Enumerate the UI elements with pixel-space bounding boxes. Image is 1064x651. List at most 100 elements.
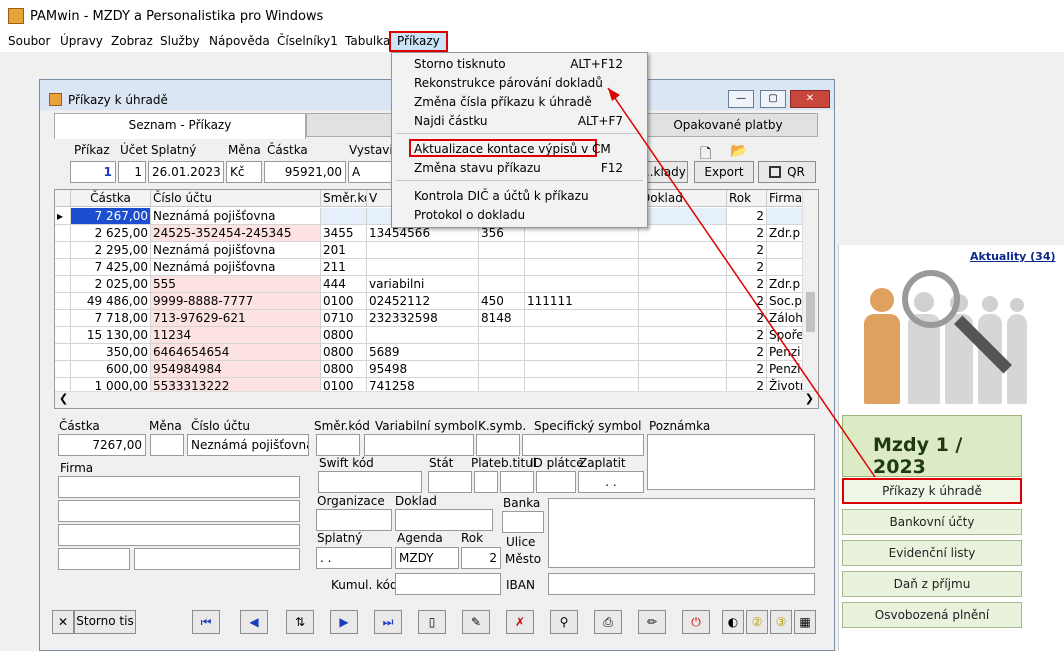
menu-rekonstrukce-parovani[interactable]: Rekonstrukce párování dokladů: [414, 76, 603, 90]
grid-cell[interactable]: 49 486,00: [71, 293, 151, 310]
row-indicator[interactable]: [55, 344, 71, 361]
stat-field[interactable]: [428, 471, 472, 493]
grid-cell[interactable]: [639, 208, 727, 225]
grid-cell[interactable]: 7 425,00: [71, 259, 151, 276]
grid-cell[interactable]: [321, 208, 367, 225]
row-indicator[interactable]: [55, 225, 71, 242]
next-record-icon[interactable]: ▶: [330, 610, 358, 634]
grid-cell[interactable]: 713-97629-621: [151, 310, 321, 327]
first-record-icon[interactable]: ⏮: [192, 610, 220, 634]
menu-zmena-cisla-prikazu[interactable]: Změna čísla příkazu k úhradě: [414, 95, 592, 109]
prev-record-icon[interactable]: ◀: [240, 610, 268, 634]
grid-vertical-scrollbar[interactable]: [802, 190, 818, 392]
grid-cell[interactable]: [639, 225, 727, 242]
grid-cell[interactable]: 201: [321, 242, 367, 259]
print-icon[interactable]: ⎙: [594, 610, 622, 634]
splatny-field[interactable]: 26.01.2023: [148, 161, 224, 183]
grid-cell[interactable]: Penzi: [767, 361, 803, 378]
detail-cislo-uctu-field[interactable]: Neznámá pojišťovna: [187, 434, 309, 456]
banka-textarea[interactable]: [548, 498, 815, 568]
detail-splatny-field[interactable]: . .: [316, 547, 392, 569]
last-record-icon[interactable]: ⏭: [374, 610, 402, 634]
storno-tis-button[interactable]: Storno tis: [74, 610, 136, 634]
grid-cell[interactable]: 9999-8888-7777: [151, 293, 321, 310]
storno-x-icon[interactable]: ✕: [52, 610, 74, 634]
vystavil-field[interactable]: A: [348, 161, 393, 183]
grid-cell[interactable]: [367, 259, 479, 276]
plateb-titul-field[interactable]: [474, 471, 498, 493]
grid-cell[interactable]: 24525-352454-245345: [151, 225, 321, 242]
mena-field[interactable]: Kč: [226, 161, 262, 183]
firma-field-3[interactable]: [58, 524, 300, 546]
grid-cell[interactable]: Neznámá pojišťovna: [151, 259, 321, 276]
grid-cell[interactable]: [639, 344, 727, 361]
binoculars-icon[interactable]: ⚲: [550, 610, 578, 634]
grid-cell[interactable]: 2: [727, 327, 767, 344]
poznamka-textarea[interactable]: [647, 434, 815, 490]
scroll-right-icon[interactable]: ❯: [805, 392, 814, 405]
open-folder-icon[interactable]: 📂: [730, 143, 747, 159]
grid-cell[interactable]: [639, 327, 727, 344]
menu-prikazy[interactable]: Příkazy: [389, 31, 448, 52]
doklad-field[interactable]: [395, 509, 493, 531]
grid-cell[interactable]: [767, 208, 803, 225]
menu-soubor[interactable]: Soubor: [8, 34, 50, 48]
detail-var-symbol-field[interactable]: [364, 434, 474, 456]
banka-field[interactable]: [502, 511, 544, 533]
id-platce-field-2[interactable]: [536, 471, 576, 493]
grid-header[interactable]: [55, 190, 71, 207]
grid-cell[interactable]: 8148: [479, 310, 525, 327]
close-button[interactable]: ✕: [790, 90, 830, 108]
firma-field-4[interactable]: [58, 548, 130, 570]
grid-cell[interactable]: Záloh: [767, 310, 803, 327]
id-platce-field[interactable]: [500, 471, 534, 493]
grid-cell[interactable]: [367, 242, 479, 259]
grid-cell[interactable]: [767, 242, 803, 259]
grid-cell[interactable]: [479, 242, 525, 259]
qr-button[interactable]: QR: [758, 161, 816, 183]
agenda-field[interactable]: MZDY: [395, 547, 459, 569]
row-indicator[interactable]: [55, 327, 71, 344]
grid-cell[interactable]: [525, 310, 639, 327]
kumul-kod-field[interactable]: [395, 573, 501, 595]
power-icon[interactable]: ⏻: [682, 610, 710, 634]
grid-cell[interactable]: 2: [727, 259, 767, 276]
grid-cell[interactable]: [479, 344, 525, 361]
tab-seznam-prikazy[interactable]: Seznam - Příkazy: [54, 113, 306, 139]
maximize-button[interactable]: ▢: [760, 90, 786, 108]
grid-cell[interactable]: [525, 361, 639, 378]
detail-castka-field[interactable]: 7267,00: [58, 434, 146, 456]
evidencni-listy-button[interactable]: Evidenční listy: [842, 540, 1022, 566]
aktuality-link[interactable]: Aktuality (34): [970, 250, 1056, 263]
delete-record-icon[interactable]: ✗: [506, 610, 534, 634]
osvobozena-plneni-button[interactable]: Osvobozená plnění: [842, 602, 1022, 628]
grid-cell[interactable]: 211: [321, 259, 367, 276]
grid-cell[interactable]: [479, 361, 525, 378]
grid-cell[interactable]: Zdr.p: [767, 276, 803, 293]
tool-1-icon[interactable]: ◐: [722, 610, 744, 634]
tool-2-icon[interactable]: ②: [746, 610, 768, 634]
grid-cell[interactable]: [525, 327, 639, 344]
grid-cell[interactable]: [639, 276, 727, 293]
grid-cell[interactable]: 2: [727, 293, 767, 310]
grid-cell[interactable]: 0100: [321, 293, 367, 310]
grid-cell[interactable]: 2: [727, 242, 767, 259]
grid-cell[interactable]: 0800: [321, 327, 367, 344]
grid-cell[interactable]: 2: [727, 208, 767, 225]
grid-cell[interactable]: [367, 327, 479, 344]
tab-detail[interactable]: [306, 113, 396, 137]
grid-cell[interactable]: [479, 259, 525, 276]
dan-z-prijmu-button[interactable]: Daň z příjmu: [842, 571, 1022, 597]
organizace-field[interactable]: [316, 509, 392, 531]
menu-napoveda[interactable]: Nápověda: [209, 34, 270, 48]
grid-cell[interactable]: Neznámá pojišťovna: [151, 242, 321, 259]
grid-cell[interactable]: [525, 344, 639, 361]
grid-cell[interactable]: 444: [321, 276, 367, 293]
pencil-icon[interactable]: ✏: [638, 610, 666, 634]
grid-cell[interactable]: 0710: [321, 310, 367, 327]
grid-cell[interactable]: 95498: [367, 361, 479, 378]
minimize-button[interactable]: —: [728, 90, 754, 108]
grid-cell[interactable]: Spoře: [767, 327, 803, 344]
grid-cell[interactable]: [639, 310, 727, 327]
qr-code-icon[interactable]: ▦: [794, 610, 816, 634]
